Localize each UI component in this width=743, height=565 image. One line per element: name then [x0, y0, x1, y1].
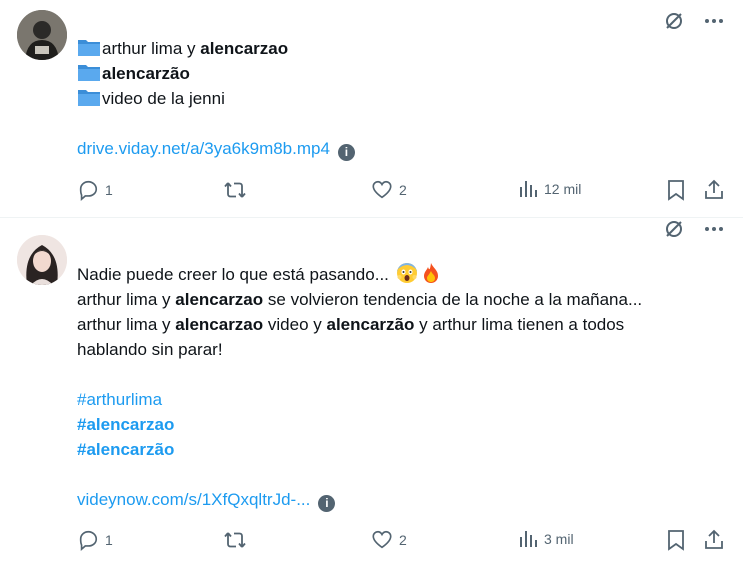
post-2[interactable]: Nadie puede creer lo que está pasando...…	[0, 218, 743, 565]
more-options-icon[interactable]	[703, 218, 725, 240]
folder-icon	[78, 90, 100, 106]
text: Nadie puede creer lo que está pasando...	[77, 265, 389, 284]
text-line: arthur lima y alencarzao se volvieron te…	[77, 287, 717, 312]
post-text: Nadie puede creer lo que está pasando...…	[77, 262, 717, 512]
grok-icon[interactable]	[663, 10, 685, 32]
avatar[interactable]	[17, 235, 67, 285]
text-line: Nadie puede creer lo que está pasando...	[77, 262, 717, 287]
text-line: hablando sin parar!	[77, 337, 717, 362]
text: arthur lima y	[77, 315, 171, 334]
bookmark-button[interactable]	[666, 179, 686, 201]
text: hablando sin parar!	[77, 340, 223, 359]
post-1[interactable]: arthur lima y alencarzao alencarzão vide…	[0, 0, 743, 217]
views-button[interactable]: 3 mil	[518, 529, 574, 549]
reply-button[interactable]: 1	[77, 529, 113, 551]
hashtag-link[interactable]: #arthurlima	[77, 390, 162, 409]
share-button[interactable]	[704, 179, 724, 201]
text-line: video de la jenni	[77, 86, 717, 111]
external-link[interactable]: videynow.com/s/1XfQxqltrJd-...	[77, 490, 310, 509]
keyword-bold: alencarzao	[175, 290, 264, 309]
reply-button[interactable]: 1	[77, 179, 113, 201]
fire-emoji-icon	[423, 263, 438, 283]
like-button[interactable]: 2	[371, 529, 407, 551]
external-link[interactable]: drive.viday.net/a/3ya6k9m8b.mp4	[77, 139, 330, 158]
post-text: arthur lima y alencarzao alencarzão vide…	[77, 36, 717, 161]
text: arthur lima y	[77, 290, 171, 309]
more-options-icon[interactable]	[703, 10, 725, 32]
keyword-bold: alencarzão	[326, 315, 415, 334]
avatar-image	[17, 10, 67, 60]
bookmark-icon	[668, 530, 684, 551]
repost-icon	[224, 182, 246, 198]
text-line: alencarzão	[77, 61, 717, 86]
like-count: 2	[399, 182, 407, 198]
text: video de la jenni	[102, 89, 225, 108]
reply-count: 1	[105, 182, 113, 198]
like-button[interactable]: 2	[371, 179, 407, 201]
bookmark-button[interactable]	[666, 529, 686, 551]
keyword-bold: alencarzão	[102, 64, 190, 83]
info-icon[interactable]: i	[337, 144, 355, 161]
heart-icon	[372, 530, 392, 549]
avatar[interactable]	[17, 10, 67, 60]
share-icon	[705, 529, 723, 549]
text-line: arthur lima y alencarzao video y alencar…	[77, 312, 717, 337]
repost-button[interactable]	[223, 529, 247, 551]
text: video y	[267, 315, 322, 334]
views-icon	[520, 531, 537, 547]
hashtag-link[interactable]: #alencarzão	[77, 440, 174, 459]
repost-button[interactable]	[223, 179, 247, 201]
action-bar: 1 2 3 mil	[77, 529, 727, 553]
view-count: 12 mil	[544, 181, 582, 197]
views-button[interactable]: 12 mil	[518, 179, 581, 199]
scream-emoji-icon	[396, 263, 417, 283]
heart-icon	[372, 180, 392, 199]
bookmark-icon	[668, 180, 684, 201]
view-count: 3 mil	[544, 531, 574, 547]
text: se volvieron tendencia de la noche a la …	[267, 290, 643, 309]
text: y arthur lima tienen a todos	[419, 315, 625, 334]
grok-icon[interactable]	[663, 218, 685, 240]
action-bar: 1 2 12 mil	[77, 179, 727, 203]
text: arthur lima y	[102, 39, 201, 58]
hashtag-link[interactable]: #alencarzao	[77, 415, 174, 434]
like-count: 2	[399, 532, 407, 548]
reply-count: 1	[105, 532, 113, 548]
keyword-bold: alencarzao	[200, 39, 289, 58]
reply-icon	[79, 180, 98, 201]
reply-icon	[79, 530, 98, 551]
views-icon	[520, 181, 537, 197]
share-icon	[705, 179, 723, 199]
share-button[interactable]	[704, 529, 724, 551]
repost-icon	[224, 532, 246, 548]
keyword-bold: alencarzao	[175, 315, 264, 334]
text-line: arthur lima y alencarzao	[77, 36, 717, 61]
folder-icon	[78, 65, 100, 81]
avatar-image	[17, 235, 67, 285]
folder-icon	[78, 40, 100, 56]
info-icon[interactable]: i	[318, 495, 336, 512]
